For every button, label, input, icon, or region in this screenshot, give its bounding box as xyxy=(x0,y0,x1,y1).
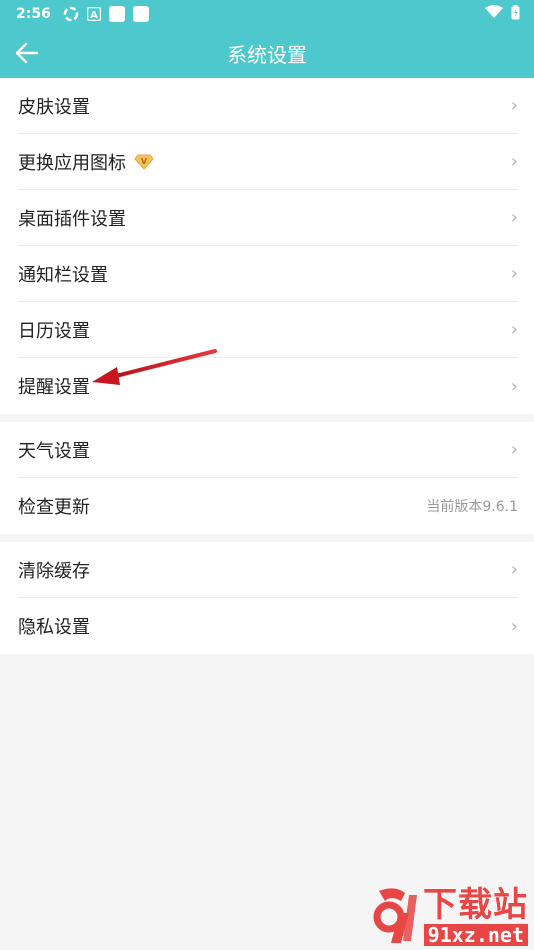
row-label: 桌面插件设置 xyxy=(18,208,126,230)
row-notification-bar-settings[interactable]: 通知栏设置 › xyxy=(18,246,518,302)
chevron-right-icon: › xyxy=(510,319,518,340)
battery-icon xyxy=(511,4,520,24)
notification-box-icon-2 xyxy=(132,6,149,22)
watermark-url: 91xz.net xyxy=(423,924,528,946)
chevron-right-icon: › xyxy=(510,375,518,397)
chevron-right-icon: › xyxy=(510,559,518,580)
wifi-icon xyxy=(485,5,503,23)
chevron-right-icon: › xyxy=(510,439,518,460)
app-notification-icon: A xyxy=(86,7,101,21)
row-weather-settings[interactable]: 天气设置 › xyxy=(18,422,518,478)
page-title: 系统设置 xyxy=(227,42,307,67)
row-label: 天气设置 xyxy=(18,440,90,462)
chevron-right-icon: › xyxy=(510,95,518,116)
row-label: 检查更新 xyxy=(18,497,90,518)
row-reminder-settings[interactable]: 提醒设置 › xyxy=(18,358,518,414)
row-clear-cache[interactable]: 清除缓存 › xyxy=(18,542,518,598)
current-version-text: 当前版本9.6.1 xyxy=(426,499,518,515)
row-label: 隐私设置 xyxy=(18,617,90,638)
chevron-right-icon: › xyxy=(510,263,518,284)
notification-box-icon xyxy=(108,6,125,22)
row-widget-settings[interactable]: 桌面插件设置 › xyxy=(18,190,518,246)
row-skin-settings[interactable]: 皮肤设置 › xyxy=(18,78,518,134)
back-button[interactable] xyxy=(10,28,44,78)
row-label: 清除缓存 xyxy=(18,560,90,582)
settings-group-privacy: 清除缓存 › 隐私设置 › xyxy=(0,542,534,654)
row-change-app-icon[interactable]: 更换应用图标 V › xyxy=(18,134,518,190)
watermark-logo-icon xyxy=(373,888,417,943)
row-privacy-settings[interactable]: 隐私设置 › xyxy=(18,598,518,654)
status-bar: 2:56 A xyxy=(0,0,534,28)
row-calendar-settings[interactable]: 日历设置 › xyxy=(18,302,518,358)
row-check-update[interactable]: 检查更新 当前版本9.6.1 xyxy=(18,478,518,534)
chevron-right-icon: › xyxy=(510,615,518,637)
row-label: 提醒设置 xyxy=(18,377,90,398)
back-arrow-icon xyxy=(15,42,39,64)
app-badge-text: A xyxy=(90,10,98,21)
sync-icon xyxy=(63,6,79,22)
vip-badge-text: V xyxy=(141,157,148,166)
row-label: 日历设置 xyxy=(18,320,90,342)
row-label: 通知栏设置 xyxy=(18,264,108,286)
watermark: 下载站 91xz.net xyxy=(371,886,528,946)
vip-diamond-icon: V xyxy=(134,154,154,170)
settings-group-display: 皮肤设置 › 更换应用图标 V › 桌面插件设置 › 通知栏设置 › 日历设置 … xyxy=(0,78,534,414)
chevron-right-icon: › xyxy=(510,207,518,228)
chevron-right-icon: › xyxy=(510,151,518,172)
row-label: 皮肤设置 xyxy=(18,96,90,118)
app-bar: 系统设置 xyxy=(0,28,534,78)
watermark-title: 下载站 xyxy=(423,885,528,925)
status-time: 2:56 xyxy=(16,6,51,22)
settings-group-general: 天气设置 › 检查更新 当前版本9.6.1 xyxy=(0,422,534,534)
row-label: 更换应用图标 xyxy=(18,152,126,174)
